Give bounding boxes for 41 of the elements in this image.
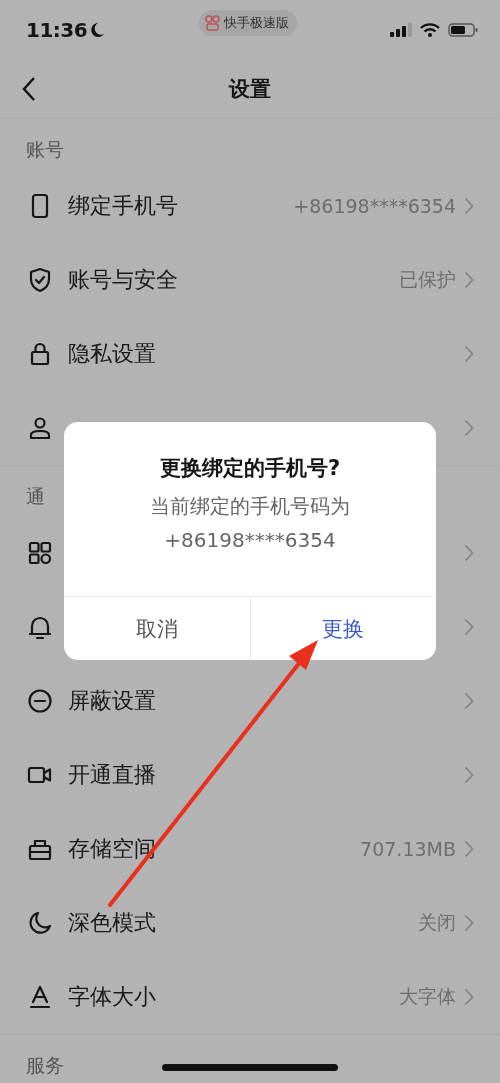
setting-label: 账号与安全 [68, 266, 178, 294]
dialog-title: 更换绑定的手机号? [159, 455, 341, 482]
setting-label: 深色模式 [68, 909, 156, 937]
chevron-right-icon[interactable] [464, 766, 474, 784]
app-return-badge[interactable]: 快手极速版 [199, 10, 297, 36]
setting-label: 隐私设置 [68, 340, 156, 368]
chevron-right-icon[interactable] [464, 197, 474, 215]
setting-label: 字体大小 [68, 983, 156, 1011]
setting-label: 开通直播 [68, 761, 156, 789]
chevron-right-icon[interactable] [464, 914, 474, 932]
status-time: 11:36 [26, 18, 88, 42]
section-title: 账号 [26, 138, 64, 160]
wifi-icon [420, 23, 440, 37]
setting-value: 707.13MB [360, 838, 456, 860]
setting-label: 绑定手机号 [68, 192, 178, 220]
chevron-right-icon[interactable] [464, 988, 474, 1006]
section-title: 服务 [26, 1054, 64, 1076]
dialog-message: +86198****6354 [164, 528, 336, 552]
dialog-message: 当前绑定的手机号码为 [150, 494, 350, 518]
minus-circle-icon [26, 687, 54, 715]
setting-value: +86198****6354 [293, 195, 456, 217]
cancel-button[interactable]: 取消 [64, 597, 250, 660]
chevron-right-icon[interactable] [464, 345, 474, 363]
moon-icon [26, 909, 54, 937]
page-title: 设置 [229, 76, 271, 103]
signal-icon [390, 23, 412, 37]
setting-label: 屏蔽设置 [68, 687, 156, 715]
setting-value: 大字体 [399, 984, 456, 1009]
chevron-right-icon[interactable] [464, 618, 474, 636]
chevron-right-icon[interactable] [464, 544, 474, 562]
app-logo-icon [205, 15, 221, 31]
battery-icon [448, 23, 478, 37]
chevron-right-icon[interactable] [464, 419, 474, 437]
section-title: 通 [26, 485, 45, 507]
grid-icon [26, 539, 54, 567]
chevron-right-icon[interactable] [464, 692, 474, 710]
setting-value: 已保护 [399, 267, 456, 292]
chevron-right-icon[interactable] [464, 840, 474, 858]
setting-value: 关闭 [418, 910, 456, 935]
chevron-right-icon[interactable] [464, 271, 474, 289]
moon-icon [91, 22, 106, 38]
